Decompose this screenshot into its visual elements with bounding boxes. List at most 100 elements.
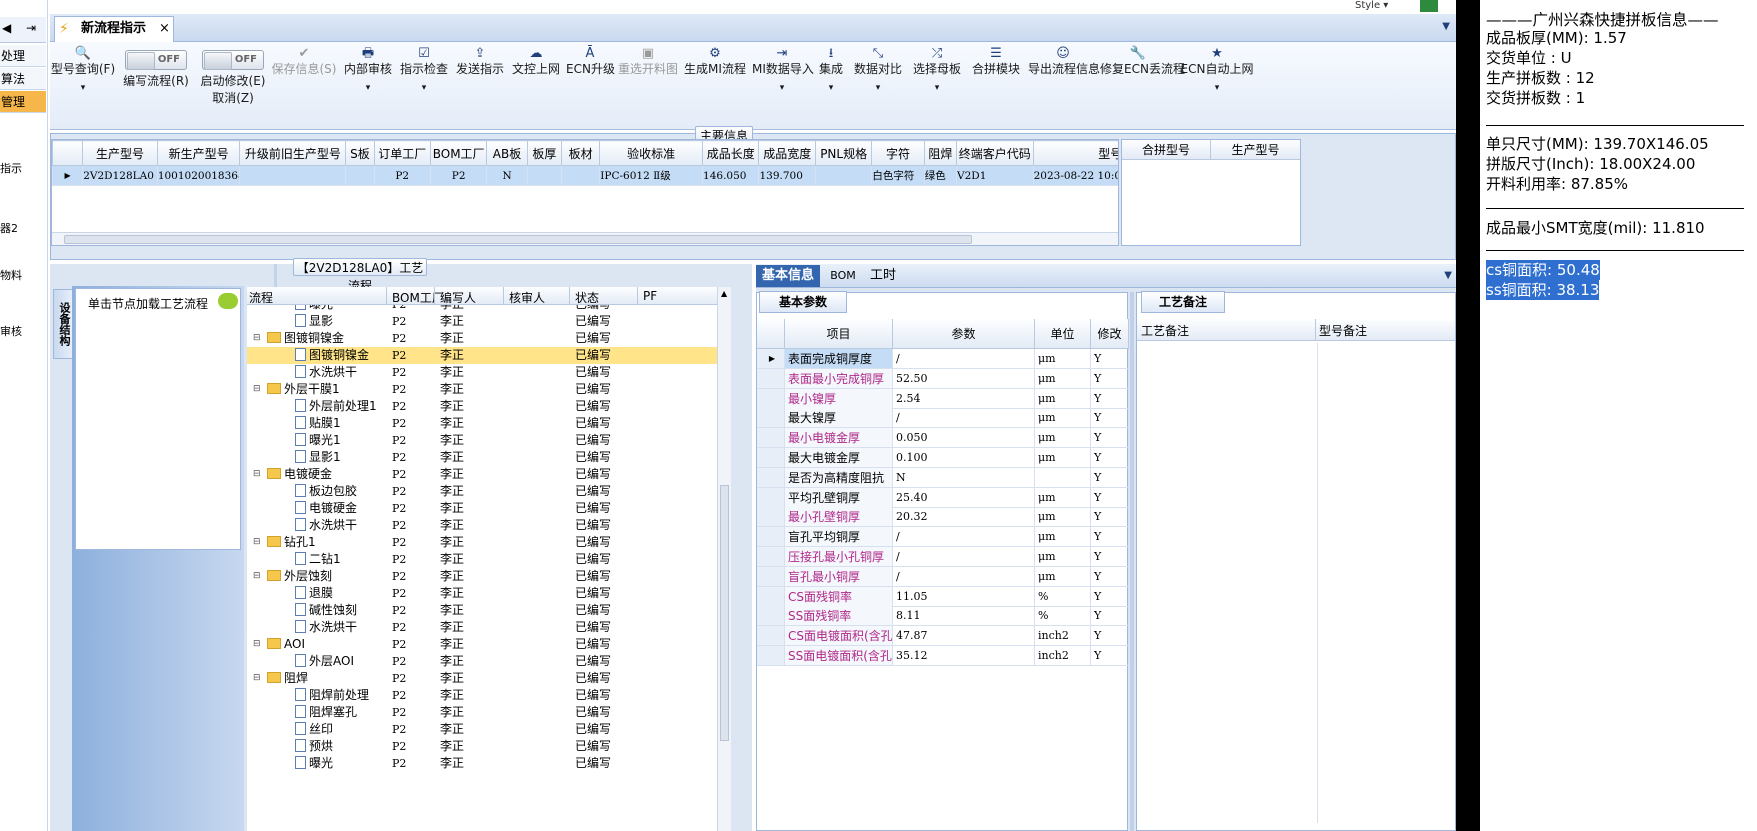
param-value[interactable]: 35.12 xyxy=(893,646,1035,666)
param-modify[interactable]: Y xyxy=(1091,547,1129,567)
param-row[interactable]: ▶ 表面完成铜厚度 / μm Y xyxy=(757,349,1129,369)
main-col-header[interactable]: 订单工厂 xyxy=(373,140,431,166)
param-row[interactable]: CS面电镀面积(含孔) 47.87 inch2 Y xyxy=(757,626,1129,647)
tree-col-header[interactable]: 状态 xyxy=(575,289,599,306)
main-cell[interactable] xyxy=(526,165,562,186)
main-col-header[interactable]: S板 xyxy=(345,140,375,166)
tree-row[interactable]: 外层前处理1 P2 李正 已编写 xyxy=(247,398,717,415)
ribbon-button-11[interactable]: ⇥ MI数据导入 ▾ xyxy=(752,46,814,126)
splitter[interactable] xyxy=(1130,292,1134,831)
dropdown-arrow-icon[interactable]: ▾ xyxy=(398,81,450,96)
dropdown-arrow-icon[interactable]: ▾ xyxy=(1180,81,1254,96)
ribbon-button-10[interactable]: ⚙ 生成MI流程 xyxy=(682,46,748,126)
tree-row[interactable]: 预烘 P2 李正 已编写 xyxy=(247,738,717,755)
collapse-icon[interactable]: ⊟ xyxy=(253,568,261,585)
dropdown-arrow-icon[interactable]: ▾ xyxy=(908,81,966,96)
param-modify[interactable]: Y xyxy=(1091,408,1129,429)
param-value[interactable]: N xyxy=(893,467,1035,488)
tree-row[interactable]: 二钻1 P2 李正 已编写 xyxy=(247,551,717,568)
tab-new-flow[interactable]: ⚡ 新流程指示 × xyxy=(54,16,174,42)
tree-row[interactable]: 板边包胶 P2 李正 已编写 xyxy=(247,483,717,500)
param-row[interactable]: 最小电镀金厚 0.050 μm Y xyxy=(757,428,1129,449)
ribbon-button-18[interactable]: ★ ECN自动上网 ▾ xyxy=(1180,46,1254,126)
collapse-left-icon[interactable]: ◀ xyxy=(2,21,11,35)
tree-row[interactable]: 外层AOI P2 李正 已编写 xyxy=(247,653,717,670)
param-row[interactable]: SS面电镀面积(含孔) 35.12 inch2 Y xyxy=(757,646,1129,666)
param-col-header[interactable]: 单位 xyxy=(1035,319,1091,349)
tree-vertical-scrollbar[interactable]: ▲ xyxy=(717,287,731,831)
tree-row[interactable]: 图镀铜镍金 P2 李正 已编写 xyxy=(247,347,717,364)
main-cell[interactable]: N xyxy=(486,165,528,186)
ribbon-button-8[interactable]: Ā ECN升级 xyxy=(566,46,615,126)
main-cell[interactable] xyxy=(814,165,873,186)
scroll-up-icon[interactable]: ▲ xyxy=(721,289,727,298)
tree-row[interactable]: ⊟ 图镀铜镍金 P2 李正 已编写 xyxy=(247,330,717,347)
dropdown-arrow-icon[interactable]: ▾ xyxy=(50,81,116,96)
nav-item-instruction[interactable]: 指示 xyxy=(0,160,46,176)
tree-col-header[interactable]: PF xyxy=(643,289,657,303)
main-col-header[interactable]: 板材 xyxy=(560,140,601,166)
param-value[interactable]: / xyxy=(893,547,1035,567)
nav-item-material[interactable]: 物料 xyxy=(0,267,46,283)
main-col-header[interactable]: 生产型号 xyxy=(82,140,158,166)
param-modify[interactable]: Y xyxy=(1091,646,1129,666)
param-col-header[interactable]: 项目 xyxy=(785,319,893,349)
param-row[interactable]: 压接孔最小孔铜厚 / μm Y xyxy=(757,547,1129,567)
main-cell[interactable]: P2 xyxy=(429,165,488,186)
param-row[interactable]: 平均孔壁铜厚 25.40 μm Y xyxy=(757,487,1129,508)
collapse-icon[interactable]: ⊟ xyxy=(253,534,261,551)
param-modify[interactable]: Y xyxy=(1091,527,1129,548)
main-col-header[interactable]: 板厚 xyxy=(526,140,562,166)
toggle-switch[interactable]: OFF xyxy=(125,50,187,70)
main-col-header[interactable]: 新生产型号 xyxy=(156,140,241,166)
param-modify[interactable]: Y xyxy=(1091,586,1129,607)
ribbon-button-1[interactable]: OFF 编写流程(R) xyxy=(120,46,192,126)
nav-item-management[interactable]: 管理 xyxy=(0,91,46,113)
param-modify[interactable]: Y xyxy=(1091,507,1129,528)
tree-row[interactable]: ⊟ 外层蚀刻 P2 李正 已编写 xyxy=(247,568,717,585)
ribbon-button-12[interactable]: ⭳ 集成 ▾ xyxy=(816,46,846,126)
param-modify[interactable]: Y xyxy=(1091,566,1129,587)
ribbon-button-7[interactable]: ☁ 文控上网 xyxy=(510,46,562,126)
nav-item-algorithm[interactable]: 算法 xyxy=(0,68,46,90)
param-modify[interactable]: Y xyxy=(1091,349,1129,369)
main-col-header[interactable]: 验收标准 xyxy=(599,140,704,166)
tree-row[interactable]: 曝光 P2 李正 已编写 xyxy=(247,755,717,772)
param-col-header[interactable]: 修改 xyxy=(1091,319,1129,349)
main-cell[interactable] xyxy=(345,165,375,186)
main-cell[interactable]: 146.050 xyxy=(702,165,760,186)
collapse-icon[interactable]: ⊟ xyxy=(253,670,261,687)
param-modify[interactable]: Y xyxy=(1091,487,1129,508)
main-cell[interactable]: 2023-08-22 10:01 xyxy=(1032,165,1118,186)
tree-row[interactable]: ⊟ AOI P2 李正 已编写 xyxy=(247,636,717,653)
param-row[interactable]: 盲孔平均铜厚 / μm Y xyxy=(757,527,1129,548)
param-modify[interactable]: Y xyxy=(1091,626,1129,647)
main-col-header[interactable]: BOM工厂 xyxy=(429,140,488,166)
tab-process-notes[interactable]: 工艺备注 xyxy=(1141,291,1225,313)
param-row[interactable]: 最小镍厚 2.54 μm Y xyxy=(757,388,1129,409)
ribbon-button-14[interactable]: ⤮ 选择母板 ▾ xyxy=(908,46,966,126)
tree-row[interactable]: 退膜 P2 李正 已编写 xyxy=(247,585,717,602)
tab-hours[interactable]: 工时 xyxy=(866,265,900,287)
ribbon-button-4[interactable]: 🖶 内部审核 ▾ xyxy=(342,46,394,126)
tab-bom[interactable]: BOM xyxy=(828,265,858,287)
param-value[interactable]: 0.100 xyxy=(893,448,1035,468)
tree-row[interactable]: 水洗烘干 P2 李正 已编写 xyxy=(247,517,717,534)
side-tab-structure[interactable]: 设备结构 xyxy=(53,289,73,359)
param-modify[interactable]: Y xyxy=(1091,388,1129,409)
tree-row[interactable]: ⊟ 外层干膜1 P2 李正 已编写 xyxy=(247,381,717,398)
param-value[interactable]: / xyxy=(893,566,1035,587)
param-row[interactable]: 表面最小完成铜厚 52.50 μm Y xyxy=(757,368,1129,389)
tree-col-header[interactable]: 编写人 xyxy=(440,289,476,306)
main-col-header[interactable]: 阻焊 xyxy=(923,140,958,166)
horizontal-scrollbar[interactable] xyxy=(52,232,1118,245)
tree-col-header[interactable]: 核审人 xyxy=(509,289,545,306)
param-value[interactable]: / xyxy=(893,527,1035,548)
param-modify[interactable]: Y xyxy=(1091,428,1129,449)
main-col-header[interactable]: PNL规格 xyxy=(814,140,873,166)
nav-item-process[interactable]: 处理 xyxy=(0,45,46,67)
param-value[interactable]: 2.54 xyxy=(893,388,1035,409)
model-notes-field[interactable] xyxy=(1317,343,1451,823)
ribbon-button-6[interactable]: ⇪ 发送指示 xyxy=(454,46,506,126)
main-col-header[interactable]: 成品长度 xyxy=(702,140,760,166)
